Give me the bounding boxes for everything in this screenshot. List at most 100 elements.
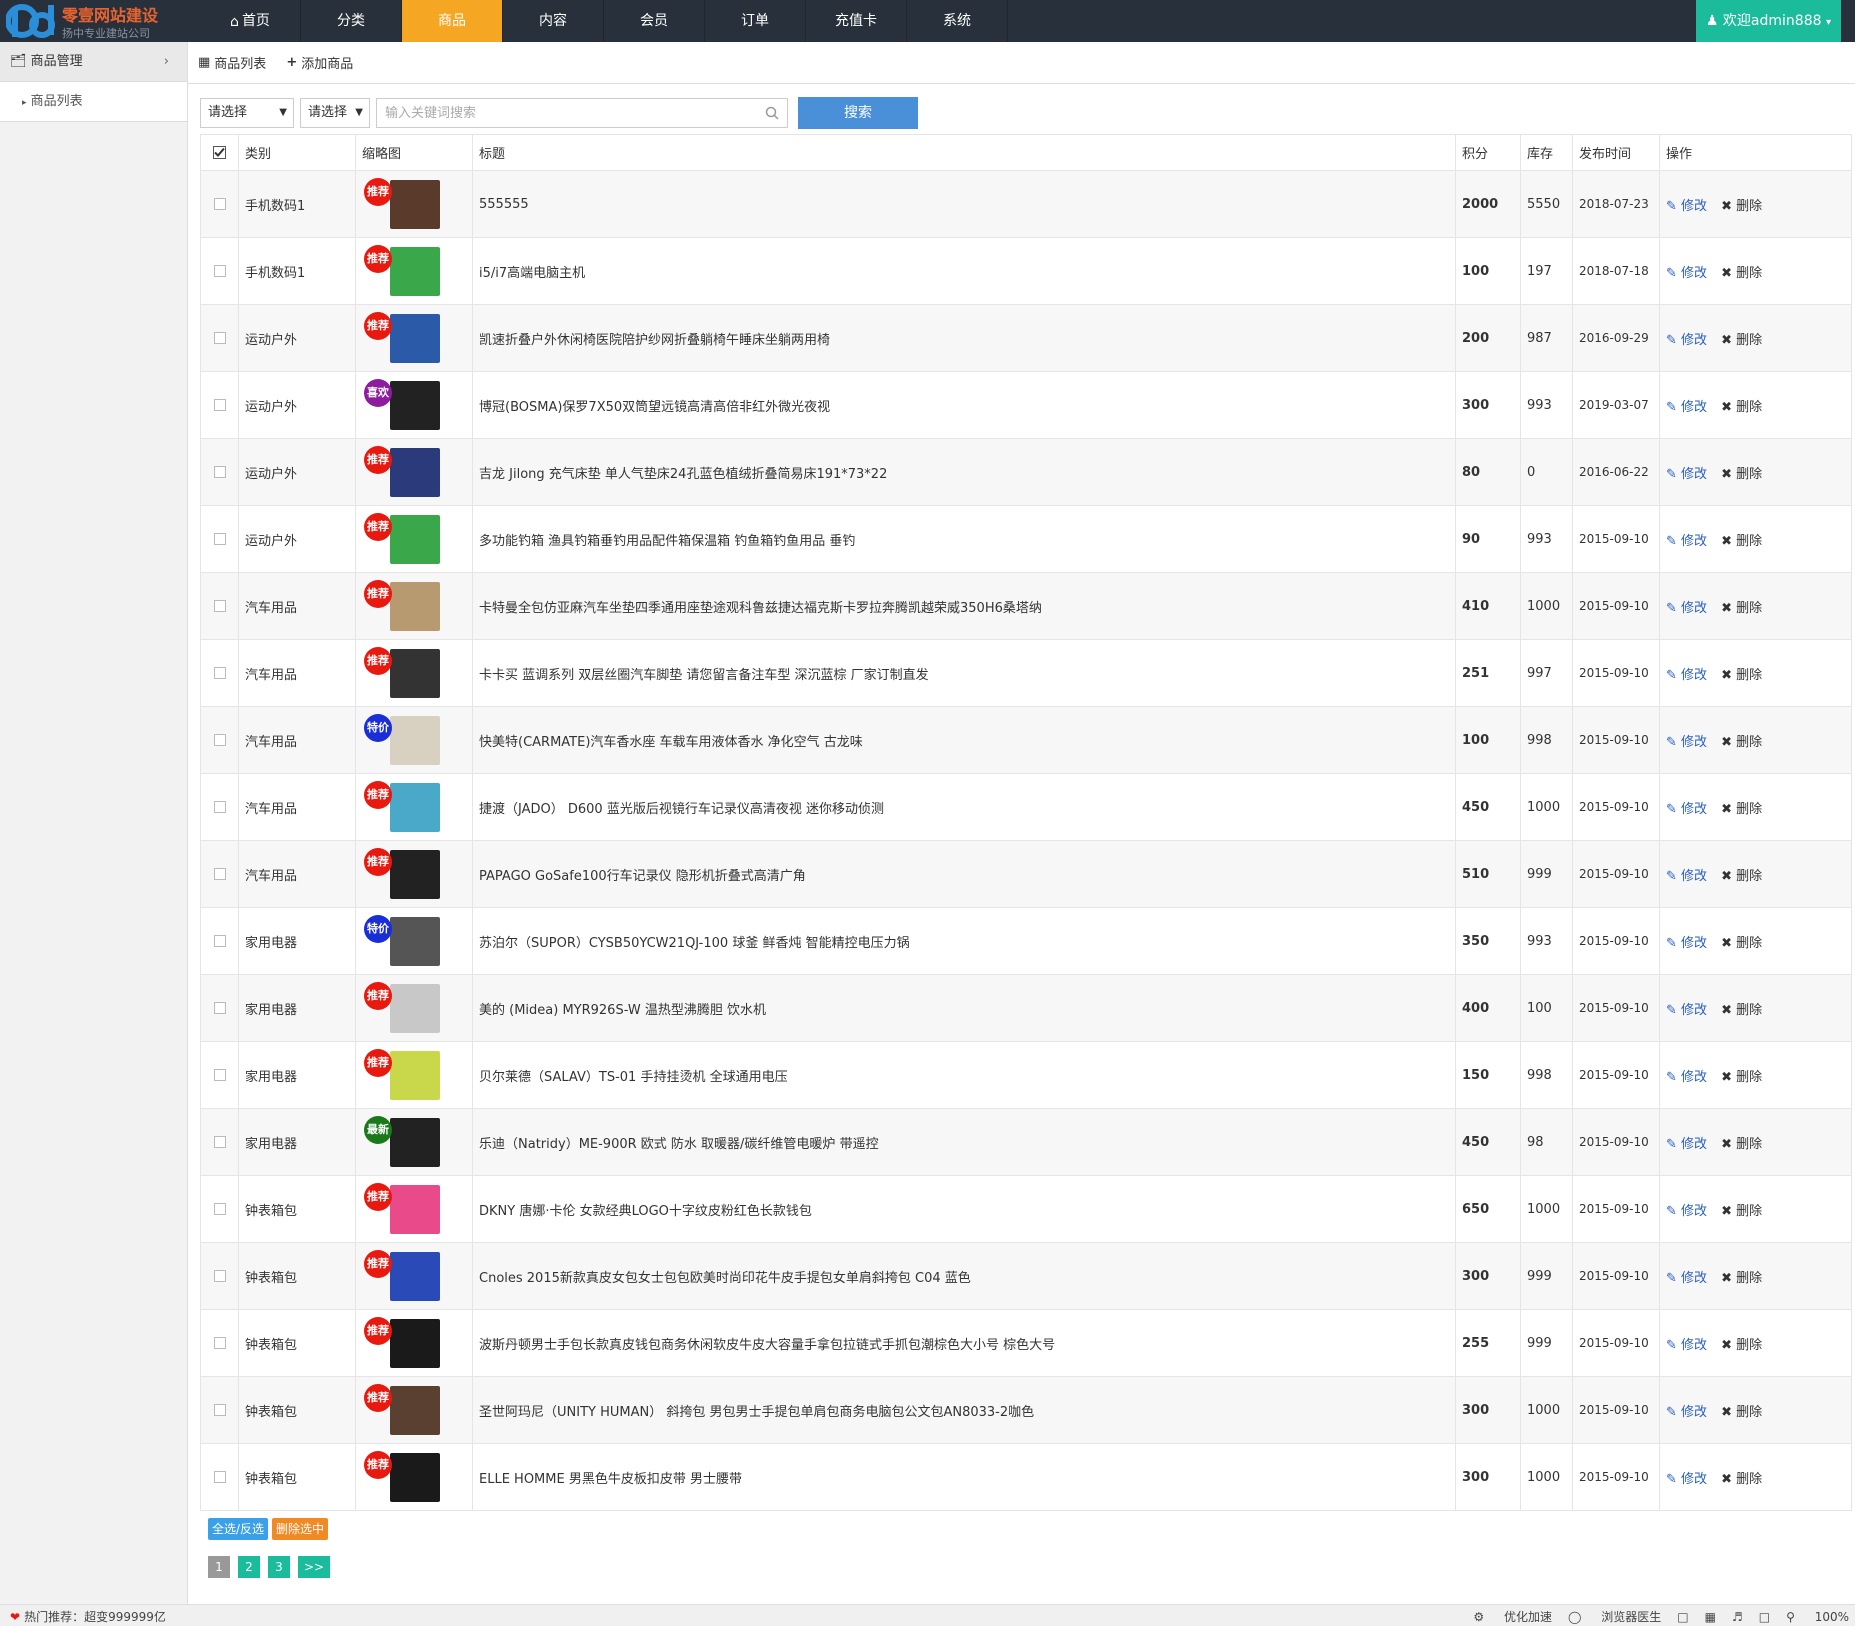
row-checkbox[interactable]: [213, 1002, 226, 1014]
select-all-button[interactable]: 全选/反选: [208, 1518, 269, 1540]
edit-button[interactable]: ✎ 修改: [1666, 869, 1707, 884]
edit-button[interactable]: ✎ 修改: [1666, 1204, 1707, 1219]
row-checkbox[interactable]: [213, 734, 226, 746]
edit-button[interactable]: ✎ 修改: [1666, 1271, 1707, 1286]
edit-button[interactable]: ✎ 修改: [1666, 936, 1707, 951]
edit-button[interactable]: ✎ 修改: [1666, 266, 1707, 281]
edit-button[interactable]: ✎ 修改: [1666, 199, 1707, 214]
download-icon[interactable]: □: [1677, 1610, 1688, 1624]
row-checkbox[interactable]: [213, 1471, 226, 1483]
edit-button[interactable]: ✎ 修改: [1666, 735, 1707, 750]
page-button-1[interactable]: 2: [238, 1556, 260, 1578]
delete-button[interactable]: ✖ 删除: [1721, 869, 1762, 884]
edit-button[interactable]: ✎ 修改: [1666, 534, 1707, 549]
product-thumbnail[interactable]: [390, 850, 440, 899]
delete-button[interactable]: ✖ 删除: [1721, 802, 1762, 817]
filter-select-1[interactable]: 请选择 ▼: [200, 98, 294, 128]
delete-button[interactable]: ✖ 删除: [1721, 1137, 1762, 1152]
edit-button[interactable]: ✎ 修改: [1666, 601, 1707, 616]
nav-item-0[interactable]: ⌂ 首页: [200, 0, 301, 42]
delete-button[interactable]: ✖ 删除: [1721, 1472, 1762, 1487]
product-thumbnail[interactable]: [390, 1051, 440, 1100]
window-icon[interactable]: □: [1759, 1610, 1770, 1624]
edit-button[interactable]: ✎ 修改: [1666, 333, 1707, 348]
delete-button[interactable]: ✖ 删除: [1721, 1271, 1762, 1286]
delete-selected-button[interactable]: 删除选中: [272, 1518, 329, 1540]
product-thumbnail[interactable]: [390, 1386, 440, 1435]
filter-select-2[interactable]: 请选择 ▼: [300, 98, 370, 128]
volume-icon[interactable]: ♬: [1732, 1610, 1743, 1624]
row-checkbox[interactable]: [213, 1069, 226, 1081]
product-thumbnail[interactable]: [390, 1252, 440, 1301]
page-button-3[interactable]: >>: [298, 1556, 331, 1578]
row-checkbox[interactable]: [213, 801, 226, 813]
delete-button[interactable]: ✖ 删除: [1721, 1204, 1762, 1219]
select-all-header[interactable]: [200, 134, 239, 171]
search-input[interactable]: [377, 99, 757, 127]
nav-item-1[interactable]: 分类: [301, 0, 402, 42]
edit-button[interactable]: ✎ 修改: [1666, 668, 1707, 683]
product-thumbnail[interactable]: [390, 984, 440, 1033]
delete-button[interactable]: ✖ 删除: [1721, 266, 1762, 281]
edit-button[interactable]: ✎ 修改: [1666, 1405, 1707, 1420]
user-menu-button[interactable]: ♟ 欢迎admin888 ▾: [1695, 0, 1841, 42]
edit-button[interactable]: ✎ 修改: [1666, 467, 1707, 482]
nav-item-5[interactable]: 订单: [705, 0, 806, 42]
product-thumbnail[interactable]: [390, 247, 440, 296]
product-thumbnail[interactable]: [390, 716, 440, 765]
row-checkbox[interactable]: [213, 466, 226, 478]
delete-button[interactable]: ✖ 删除: [1721, 467, 1762, 482]
product-thumbnail[interactable]: [390, 314, 440, 363]
zoom-control[interactable]: ⚲ 100%: [1786, 1610, 1849, 1624]
delete-button[interactable]: ✖ 删除: [1721, 936, 1762, 951]
nav-item-3[interactable]: 内容: [503, 0, 604, 42]
product-thumbnail[interactable]: [390, 1118, 440, 1167]
product-thumbnail[interactable]: [390, 917, 440, 966]
search-button[interactable]: 搜索: [798, 97, 918, 129]
row-checkbox[interactable]: [213, 1337, 226, 1349]
checkbox-checked-icon[interactable]: [213, 146, 226, 159]
product-thumbnail[interactable]: [390, 381, 440, 430]
row-checkbox[interactable]: [213, 1203, 226, 1215]
product-thumbnail[interactable]: [390, 582, 440, 631]
row-checkbox[interactable]: [213, 935, 226, 947]
edit-button[interactable]: ✎ 修改: [1666, 1338, 1707, 1353]
row-checkbox[interactable]: [213, 868, 226, 880]
product-thumbnail[interactable]: [390, 1453, 440, 1502]
edit-button[interactable]: ✎ 修改: [1666, 802, 1707, 817]
accelerate-button[interactable]: ⚙ 优化加速: [1473, 1608, 1552, 1625]
delete-button[interactable]: ✖ 删除: [1721, 601, 1762, 616]
product-thumbnail[interactable]: [390, 783, 440, 832]
delete-button[interactable]: ✖ 删除: [1721, 735, 1762, 750]
row-checkbox[interactable]: [213, 198, 226, 210]
delete-button[interactable]: ✖ 删除: [1721, 1070, 1762, 1085]
sidebar-header[interactable]: 🗂 商品管理 ›: [0, 42, 187, 82]
delete-button[interactable]: ✖ 删除: [1721, 1405, 1762, 1420]
delete-button[interactable]: ✖ 删除: [1721, 1003, 1762, 1018]
tab-product-list[interactable]: ▦ 商品列表: [198, 53, 266, 72]
tab-add-product[interactable]: + 添加商品: [286, 53, 353, 72]
edit-button[interactable]: ✎ 修改: [1666, 1472, 1707, 1487]
page-button-0[interactable]: 1: [208, 1556, 230, 1578]
delete-button[interactable]: ✖ 删除: [1721, 400, 1762, 415]
sidebar-item-product-list[interactable]: ▸ 商品列表: [0, 82, 187, 122]
nav-item-2[interactable]: 商品: [402, 0, 503, 42]
product-thumbnail[interactable]: [390, 180, 440, 229]
delete-button[interactable]: ✖ 删除: [1721, 668, 1762, 683]
delete-button[interactable]: ✖ 删除: [1721, 199, 1762, 214]
row-checkbox[interactable]: [213, 1136, 226, 1148]
browser-doctor-button[interactable]: ◯ 浏览器医生: [1568, 1608, 1661, 1625]
delete-button[interactable]: ✖ 删除: [1721, 1338, 1762, 1353]
nav-item-6[interactable]: 充值卡: [806, 0, 907, 42]
product-thumbnail[interactable]: [390, 1319, 440, 1368]
product-thumbnail[interactable]: [390, 649, 440, 698]
edit-button[interactable]: ✎ 修改: [1666, 1070, 1707, 1085]
row-checkbox[interactable]: [213, 332, 226, 344]
row-checkbox[interactable]: [213, 399, 226, 411]
edit-button[interactable]: ✎ 修改: [1666, 400, 1707, 415]
delete-button[interactable]: ✖ 删除: [1721, 333, 1762, 348]
row-checkbox[interactable]: [213, 1404, 226, 1416]
edit-button[interactable]: ✎ 修改: [1666, 1137, 1707, 1152]
row-checkbox[interactable]: [213, 265, 226, 277]
page-button-2[interactable]: 3: [268, 1556, 290, 1578]
